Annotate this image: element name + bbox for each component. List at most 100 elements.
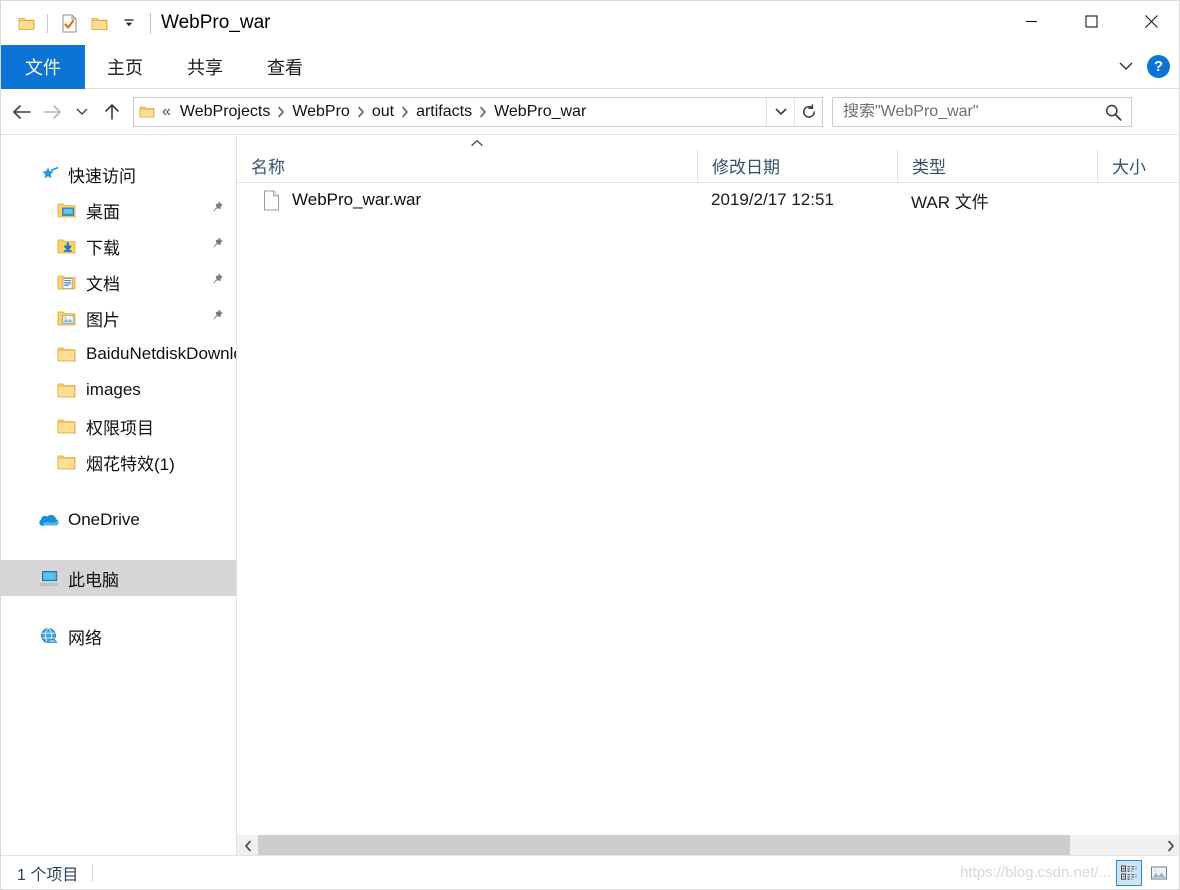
sidebar-item-desktop[interactable]: 桌面 [1, 192, 236, 228]
search-input[interactable] [843, 103, 1104, 121]
scrollbar-track[interactable] [258, 835, 1160, 856]
scrollbar-thumb[interactable] [258, 835, 1070, 856]
sidebar-item-label: BaiduNetdiskDownload [86, 344, 236, 363]
chevron-right-icon[interactable] [275, 106, 287, 118]
chevron-right-icon[interactable] [355, 106, 367, 118]
sidebar-item-label: 文档 [86, 274, 120, 294]
ribbon-tab-bar: 文件 主页 共享 查看 ? [1, 45, 1179, 89]
folder-icon [56, 382, 78, 399]
sidebar-item-pictures[interactable]: 图片 [1, 300, 236, 336]
this-pc-icon [38, 569, 60, 587]
minimize-button[interactable] [1001, 1, 1061, 41]
pin-icon[interactable] [209, 236, 224, 256]
sidebar-item-downloads[interactable]: 下载 [1, 228, 236, 264]
sort-ascending-icon [468, 139, 486, 149]
close-button[interactable] [1121, 1, 1179, 41]
tab-home[interactable]: 主页 [85, 45, 165, 89]
breadcrumb-item-webprojects[interactable]: WebProjects [175, 101, 275, 123]
onedrive-cloud-icon [38, 512, 60, 528]
sidebar-item-fireworks-effect[interactable]: 烟花特效(1) [1, 444, 236, 480]
quick-access-toolbar: WebPro_war [1, 1, 270, 45]
sidebar-item-label: 此电脑 [68, 570, 119, 590]
chevron-left-icon[interactable] [237, 835, 258, 856]
file-size-cell [1097, 183, 1179, 217]
folder-icon [134, 105, 160, 119]
horizontal-scrollbar[interactable] [237, 835, 1179, 856]
sidebar-item-images[interactable]: images [1, 372, 236, 408]
sidebar-item-permissions-project[interactable]: 权限项目 [1, 408, 236, 444]
breadcrumb: « WebProjects WebPro out artifacts WebPr… [160, 101, 766, 123]
back-button[interactable] [7, 96, 37, 128]
sidebar-item-network[interactable]: 网络 [1, 618, 236, 654]
view-large-icons-button[interactable] [1146, 860, 1172, 886]
folder-icon[interactable] [11, 8, 41, 38]
help-button[interactable]: ? [1147, 55, 1170, 78]
folder-icon [56, 454, 78, 471]
sidebar-item-label: 下载 [86, 238, 120, 258]
folder-icon [56, 418, 78, 435]
maximize-button[interactable] [1061, 1, 1121, 41]
folder-documents-icon [56, 274, 78, 291]
sidebar-item-label: 烟花特效(1) [86, 454, 175, 474]
breadcrumb-item-webpro[interactable]: WebPro [287, 101, 355, 123]
sidebar-item-documents[interactable]: 文档 [1, 264, 236, 300]
sidebar-item-label: OneDrive [68, 510, 140, 529]
column-header-row: 名称 修改日期 类型 大小 [237, 148, 1179, 183]
forward-button[interactable] [37, 96, 67, 128]
navigation-bar: « WebProjects WebPro out artifacts WebPr… [1, 90, 1179, 134]
sidebar-item-baidunetdiskdownload[interactable]: BaiduNetdiskDownload [1, 336, 236, 372]
chevron-right-icon[interactable] [399, 106, 411, 118]
tab-view[interactable]: 查看 [245, 45, 325, 89]
breadcrumb-item-out[interactable]: out [367, 101, 399, 123]
file-generic-icon [263, 190, 280, 211]
status-bar: 1 个项目 https://blog.csdn.net/... [1, 855, 1179, 889]
chevron-right-icon[interactable] [477, 106, 489, 118]
explorer-body: 快速访问 桌面 下载 文档 图片 BaiduNetdiskDownl image… [1, 134, 1179, 856]
column-header-type[interactable]: 类型 [897, 148, 1097, 183]
view-mode-buttons [1116, 859, 1179, 886]
view-details-button[interactable] [1116, 859, 1142, 886]
window-controls [1001, 1, 1179, 41]
chevron-right-icon[interactable] [1160, 835, 1179, 856]
folder-pictures-icon [56, 310, 78, 327]
search-box[interactable] [832, 97, 1132, 127]
tab-file[interactable]: 文件 [1, 45, 85, 89]
network-globe-icon [38, 627, 60, 645]
chevron-down-icon[interactable] [114, 8, 144, 38]
sidebar-item-label: 图片 [86, 310, 120, 330]
pin-icon[interactable] [209, 308, 224, 328]
address-bar[interactable]: « WebProjects WebPro out artifacts WebPr… [133, 97, 823, 127]
pin-icon[interactable] [209, 200, 224, 220]
new-folder-icon[interactable] [84, 8, 114, 38]
refresh-icon[interactable] [794, 98, 822, 126]
tab-share[interactable]: 共享 [165, 45, 245, 89]
title-divider [150, 12, 151, 34]
ribbon-right-controls: ? [1113, 45, 1179, 88]
recent-locations-icon[interactable] [67, 96, 97, 128]
breadcrumb-overflow[interactable]: « [160, 103, 175, 121]
search-icon[interactable] [1104, 103, 1123, 122]
sidebar-item-quick-access[interactable]: 快速访问 [1, 156, 236, 192]
table-row[interactable]: WebPro_war.war 2019/2/17 12:51 WAR 文件 [237, 183, 1179, 217]
sidebar-item-label: 桌面 [86, 202, 120, 222]
sidebar-item-label: 网络 [68, 628, 102, 648]
file-explorer-window: WebPro_war 文件 主页 共享 查看 ? « WebProjects W… [0, 0, 1180, 890]
properties-icon[interactable] [54, 8, 84, 38]
up-button[interactable] [97, 96, 127, 128]
qat-divider [47, 13, 48, 33]
file-type-cell: WAR 文件 [911, 192, 989, 212]
column-header-name[interactable]: 名称 [237, 149, 697, 183]
sidebar-item-this-pc[interactable]: 此电脑 [1, 560, 236, 596]
column-header-size[interactable]: 大小 [1097, 148, 1179, 183]
column-header-date-modified[interactable]: 修改日期 [697, 148, 897, 183]
file-list-pane: 名称 修改日期 类型 大小 WebPro_war.war 2019/2/17 1… [237, 135, 1179, 856]
file-rows: WebPro_war.war 2019/2/17 12:51 WAR 文件 [237, 183, 1179, 217]
pin-icon[interactable] [209, 272, 224, 292]
breadcrumb-item-webpro-war[interactable]: WebPro_war [489, 101, 591, 123]
item-count-label: 1 个项目 [17, 866, 79, 884]
sidebar-item-onedrive[interactable]: OneDrive [1, 502, 236, 538]
chevron-down-icon[interactable] [1113, 54, 1139, 80]
breadcrumb-item-artifacts[interactable]: artifacts [411, 101, 477, 123]
address-dropdown-icon[interactable] [766, 98, 794, 126]
sidebar-item-label: images [86, 380, 141, 399]
